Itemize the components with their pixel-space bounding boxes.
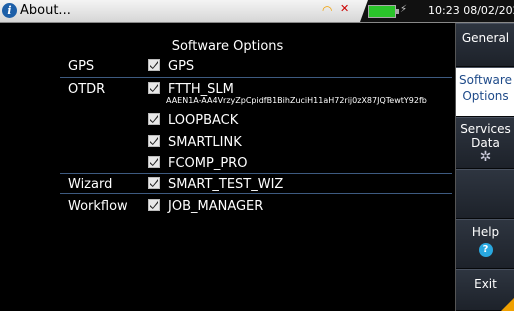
option-smart-test-wiz: SMART_TEST_WIZ — [148, 177, 283, 192]
divider — [60, 77, 452, 78]
option-loopback: LOOPBACK — [148, 113, 238, 128]
software-options-label-2: Options — [462, 89, 509, 103]
option-label: SMART_TEST_WIZ — [168, 177, 284, 192]
general-label: General — [461, 31, 510, 45]
services-data-button[interactable]: Services Data ✲ — [456, 117, 514, 169]
checkbox-checked-icon — [148, 113, 160, 125]
group-label-gps: GPS — [68, 59, 95, 74]
services-label-1: Services — [460, 122, 511, 136]
divider — [60, 193, 452, 194]
help-icon: ? — [478, 243, 493, 257]
option-label: FTTH_SLM — [168, 82, 234, 97]
divider — [60, 173, 452, 174]
title-bar: i About... ◠ ✕ ⚡ 10:23 08/02/2022 — [0, 0, 514, 23]
checkbox-checked-icon — [148, 156, 160, 168]
checkbox-checked-icon — [148, 82, 160, 94]
software-options-button[interactable]: Software Options — [456, 67, 514, 117]
option-smartlink: SMARTLINK — [148, 135, 242, 150]
checkbox-checked-icon — [148, 199, 160, 211]
checkbox-checked-icon — [148, 177, 160, 189]
license-key: AAEN1A-AA4VrzyZpCpidfB1BihZuciH11aH72rij… — [166, 96, 427, 105]
option-label: JOB_MANAGER — [168, 199, 264, 214]
gear-icon: ✲ — [479, 149, 492, 165]
network-icon: ✕ — [340, 2, 350, 15]
option-fcomp-pro: FCOMP_PRO — [148, 156, 247, 171]
exit-label: Exit — [474, 277, 497, 291]
empty-button[interactable] — [456, 169, 514, 219]
option-label: FCOMP_PRO — [168, 156, 248, 171]
help-button[interactable]: Help ? — [456, 219, 514, 269]
status-area: ⚡ 10:23 08/02/2022 — [360, 0, 514, 22]
exit-button[interactable]: Exit — [456, 269, 514, 311]
option-ftth-slm: FTTH_SLM — [148, 82, 234, 97]
clock: 10:23 08/02/2022 — [428, 4, 514, 17]
info-icon: i — [2, 3, 17, 18]
option-job-manager: JOB_MANAGER — [148, 199, 263, 214]
option-label: LOOPBACK — [168, 113, 239, 128]
general-button[interactable]: General — [456, 23, 514, 67]
services-label-2: Data — [471, 136, 500, 150]
help-label: Help — [471, 225, 500, 239]
group-label-otdr: OTDR — [68, 82, 106, 97]
software-options-panel: Software Options GPS GPS OTDR FTTH_SLM A… — [0, 23, 455, 311]
time-text: 10:23 — [428, 4, 460, 17]
software-options-label-1: Software — [459, 73, 512, 87]
battery-icon — [368, 5, 399, 18]
group-label-wizard: Wizard — [68, 177, 113, 192]
date-text: 08/02/2022 — [463, 4, 514, 17]
wifi-icon: ◠ — [322, 3, 333, 17]
right-sidebar: General Software Options Services Data ✲… — [455, 23, 514, 311]
plug-icon: ⚡ — [400, 4, 408, 15]
page-title: Software Options — [171, 39, 284, 54]
window-title: About... — [20, 3, 71, 18]
checkbox-checked-icon — [148, 135, 160, 147]
option-label: GPS — [168, 59, 195, 74]
option-gps: GPS — [148, 59, 194, 74]
option-label: SMARTLINK — [168, 135, 242, 150]
checkbox-checked-icon — [148, 59, 160, 71]
group-label-workflow: Workflow — [68, 199, 128, 214]
